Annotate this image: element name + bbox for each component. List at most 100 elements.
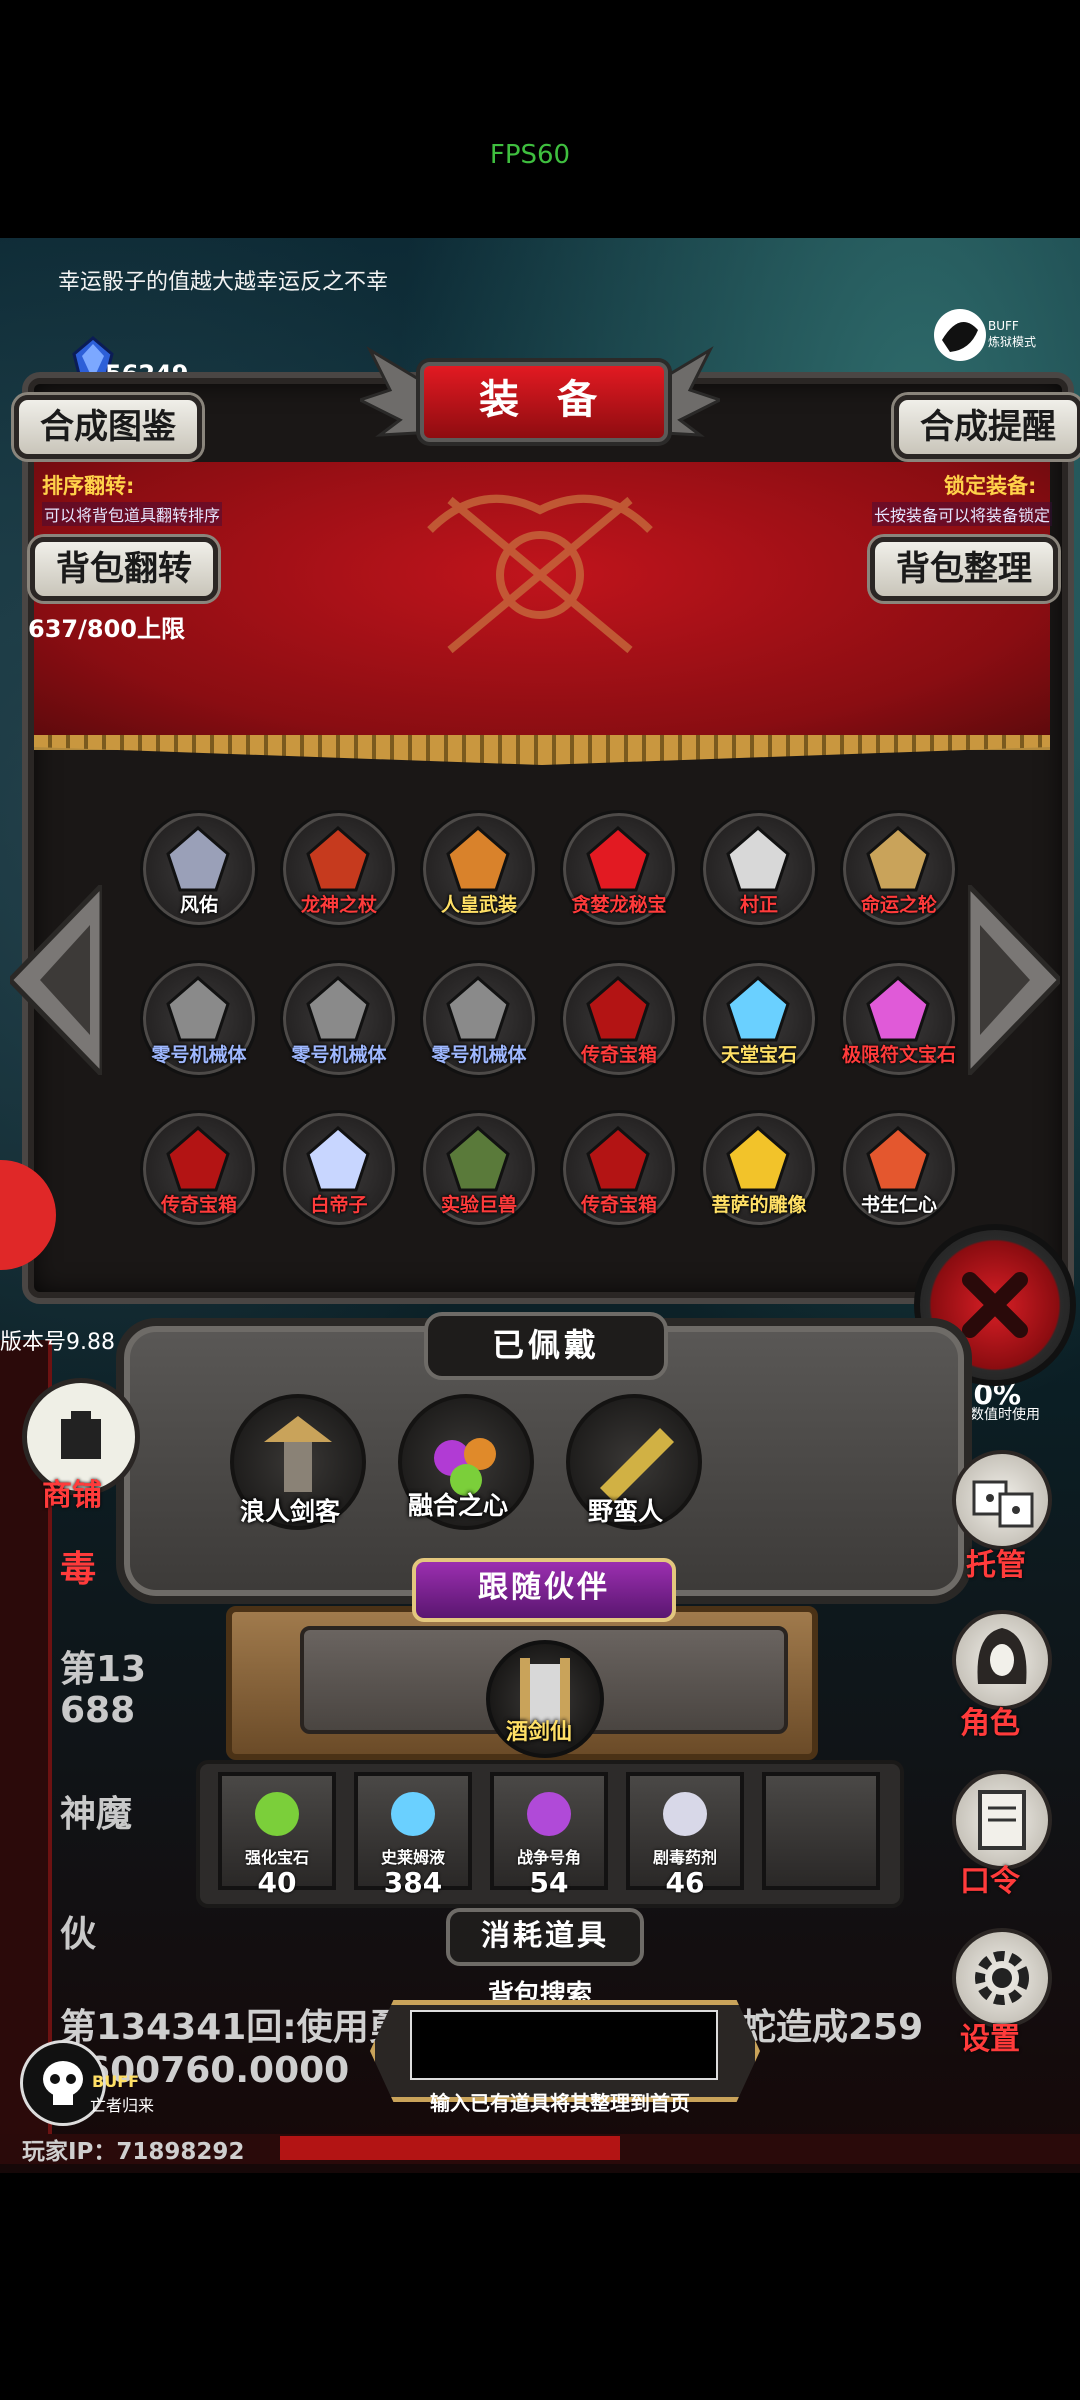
code-button[interactable] (952, 1770, 1052, 1870)
dice-button[interactable] (952, 1450, 1052, 1550)
spark-icon (866, 1126, 930, 1192)
consumable-count: 384 (383, 1866, 443, 1899)
consumable-slot[interactable]: 强化宝石 40 (218, 1772, 336, 1899)
inventory-item-name: 贪婪龙秘宝 (571, 894, 667, 916)
consumable-icon (527, 1792, 571, 1836)
consumable-count: 40 (257, 1866, 297, 1899)
inventory-item[interactable]: 风佑 (140, 810, 258, 928)
log-partner-text: 伙 (60, 1914, 97, 1955)
equipped-title: 已佩戴 (424, 1312, 668, 1380)
dragon-staff-icon (306, 826, 370, 892)
bag-organize-button[interactable]: 背包整理 (870, 537, 1058, 601)
inventory-item-name: 村正 (739, 894, 778, 916)
inventory-item-name: 白帝子 (310, 1194, 368, 1216)
lock-equip-label: 锁定装备: (944, 474, 1037, 498)
combat-log-line: 第134341回:使用勇 (60, 2007, 405, 2048)
inventory-item[interactable]: 零号机械体 (280, 960, 398, 1078)
next-page-arrow[interactable] (968, 885, 1060, 1075)
inventory-item-name: 极限符文宝石 (841, 1044, 956, 1066)
inventory-item[interactable]: 极限符文宝石 (840, 960, 958, 1078)
inventory-item[interactable]: 传奇宝箱 (560, 960, 678, 1078)
inventory-item[interactable]: 贪婪龙秘宝 (560, 810, 678, 928)
consumables-title: 消耗道具 (446, 1908, 644, 1966)
log-round-value: 688 (60, 1690, 136, 1731)
settings-button[interactable] (952, 1928, 1052, 2028)
page-title: 装 备 (420, 362, 668, 442)
tip-text: 幸运骰子的值越大越幸运反之不幸 (58, 270, 389, 295)
synthesis-codex-button[interactable]: 合成图鉴 (14, 395, 202, 459)
chest-icon (586, 1126, 650, 1192)
inventory-item[interactable]: 实验巨兽 (420, 1110, 538, 1228)
beast-icon (446, 1126, 510, 1192)
prev-page-arrow[interactable] (10, 885, 102, 1075)
side-label-shop: 商铺 (42, 1478, 102, 1513)
inventory-item-name: 传奇宝箱 (160, 1194, 237, 1216)
equipped-slot-2-name: 融合之心 (408, 1491, 509, 1520)
consumable-name: 史莱姆液 (380, 1848, 445, 1867)
inventory-item-name: 命运之轮 (860, 894, 937, 916)
inventory-item-name: 人皇武装 (440, 894, 517, 916)
sort-flip-label: 排序翻转: (42, 474, 135, 498)
buff-label: BUFF (988, 319, 1019, 333)
inventory-item[interactable]: 天堂宝石 (700, 960, 818, 1078)
fps-counter: FPS60 (489, 140, 571, 170)
inventory-item-name: 实验巨兽 (440, 1194, 517, 1216)
mech-icon (306, 976, 370, 1042)
inventory-item-name: 书生仁心 (860, 1194, 937, 1216)
consumable-icon (391, 1792, 435, 1836)
character-button[interactable] (952, 1610, 1052, 1710)
log-round-text: 第13 (60, 1649, 147, 1690)
consumable-slot[interactable]: 剧毒药剂 46 (626, 1772, 744, 1899)
inventory-item[interactable]: 村正 (700, 810, 818, 928)
katana-icon (726, 826, 790, 892)
inventory-item[interactable]: 龙神之杖 (280, 810, 398, 928)
inventory-item[interactable]: 白帝子 (280, 1110, 398, 1228)
undead-buff-sub: 亡者归来 (90, 2096, 155, 2115)
inventory-item-name: 菩萨的雕像 (711, 1194, 807, 1216)
angel-icon (306, 1126, 370, 1192)
inventory-item[interactable]: 菩萨的雕像 (700, 1110, 818, 1228)
gem-icon (726, 976, 790, 1042)
sort-flip-desc: 可以将背包道具翻转排序 (42, 502, 223, 526)
equipped-slot-1-name: 浪人剑客 (240, 1497, 341, 1526)
side-label-character: 角色 (960, 1706, 1020, 1741)
mech-icon (166, 976, 230, 1042)
consumable-name: 剧毒药剂 (652, 1848, 717, 1867)
inventory-item-name: 天堂宝石 (720, 1044, 797, 1066)
gargoyle-icon (166, 826, 230, 892)
partner-name: 酒剑仙 (506, 1720, 573, 1745)
synthesis-reminder-button[interactable]: 合成提醒 (894, 395, 1080, 459)
inventory-item[interactable]: 命运之轮 (840, 810, 958, 928)
hooded-figure-icon (977, 1628, 1027, 1684)
mech-icon (446, 976, 510, 1042)
inventory-item-name: 零号机械体 (151, 1044, 247, 1066)
dice-icon (972, 1480, 1034, 1528)
consumable-slot[interactable]: 史莱姆液 384 (354, 1772, 472, 1899)
bag-search-input[interactable] (410, 2010, 718, 2080)
inventory-item[interactable]: 零号机械体 (420, 960, 538, 1078)
lock-equip-desc: 长按装备可以将装备锁定 (872, 502, 1053, 526)
inventory-item[interactable]: 书生仁心 (840, 1110, 958, 1228)
inventory-item[interactable]: 传奇宝箱 (560, 1110, 678, 1228)
log-god-text: 神魔 (60, 1794, 133, 1835)
inventory-item[interactable]: 零号机械体 (140, 960, 258, 1078)
gear-icon (975, 1951, 1029, 2005)
chest-icon (586, 976, 650, 1042)
buff-mode-label: 炼狱模式 (988, 334, 1036, 349)
combat-log-right: 蛇造成259 (740, 2007, 924, 2048)
inventory-item[interactable]: 传奇宝箱 (140, 1110, 258, 1228)
bag-flip-button[interactable]: 背包翻转 (30, 537, 218, 601)
consumable-icon (255, 1792, 299, 1836)
wheel-icon (866, 826, 930, 892)
consumable-name: 强化宝石 (244, 1848, 309, 1867)
bottom-hp-fill (280, 2136, 620, 2160)
inventory-item-name: 零号机械体 (291, 1044, 387, 1066)
bag-capacity: 637/800上限 (28, 615, 185, 643)
empty-consumable-slot[interactable] (762, 1772, 880, 1890)
inventory-item[interactable]: 人皇武装 (420, 810, 538, 928)
partner-title: 跟随伙伴 (412, 1558, 676, 1622)
side-label-auto: 托管 (966, 1548, 1026, 1583)
statue-icon (726, 1126, 790, 1192)
buff-mode-icon[interactable]: BUFF 炼狱模式 (930, 300, 1040, 370)
consumable-slot[interactable]: 战争号角 54 (490, 1772, 608, 1899)
